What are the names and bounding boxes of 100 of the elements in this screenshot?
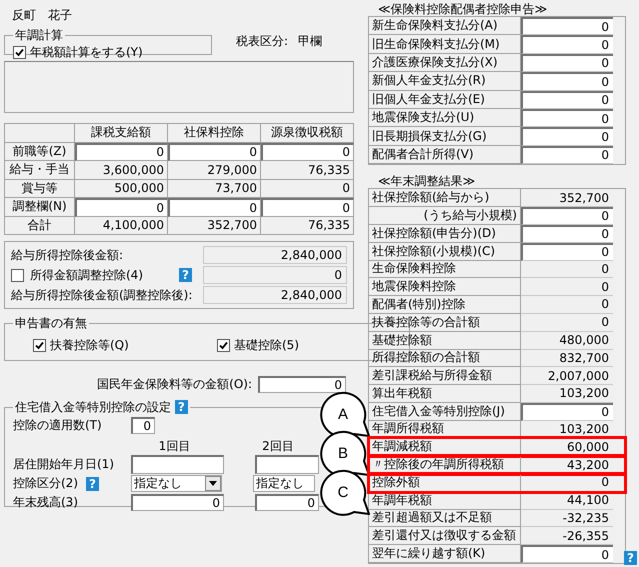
row-label: 控除外額 — [369, 474, 521, 492]
amount-field[interactable]: 0 — [521, 545, 613, 564]
row-label: 地震保険料控除 — [369, 278, 521, 296]
checkbox[interactable] — [11, 268, 24, 282]
tax-table-label: 税表区分: — [236, 32, 288, 50]
checkbox-label[interactable]: 年税額計算をする(Y) — [30, 44, 143, 61]
checkbox-label[interactable]: 所得金額調整控除(4) — [30, 266, 143, 284]
amount-field[interactable]: 0 — [521, 17, 613, 36]
amount-field[interactable]: 0 — [521, 35, 613, 54]
row-header: 賞与等 — [5, 180, 75, 198]
table-cell: 352,700 — [168, 216, 261, 235]
readonly-value: -32,235 — [521, 509, 613, 528]
readonly-value: 2,007,000 — [521, 367, 613, 386]
field-label: 居住開始年月日(1) — [13, 456, 114, 473]
amount-field[interactable]: 0 — [521, 402, 613, 421]
amount-field[interactable]: 0 — [521, 90, 613, 109]
section-title: ≪保険料控除配偶者控除申告≫ — [378, 1, 548, 16]
amount-field[interactable]: 0 — [521, 108, 613, 128]
amount-field[interactable]: 0 — [521, 127, 613, 146]
table-cell: 3,600,000 — [75, 161, 168, 180]
checkbox-label[interactable]: 扶養控除等(Q) — [50, 336, 129, 354]
row-label: 社保控除額(給与から) — [369, 189, 521, 208]
section-title: ≪年末調整結果≫ — [378, 173, 476, 188]
checkbox[interactable] — [33, 338, 46, 352]
readonly-value: 0 — [203, 266, 347, 284]
tax-table-value: 甲欄 — [298, 32, 322, 50]
readonly-value: 2,840,000 — [203, 286, 347, 304]
row-label: 年調年税額 — [369, 492, 521, 510]
help-icon[interactable]: ? — [86, 476, 99, 490]
readonly-value: 44,100 — [521, 492, 613, 510]
table-cell: 76,335 — [261, 161, 354, 180]
count-field[interactable]: 0 — [131, 417, 155, 434]
amount-field[interactable]: 0 — [521, 206, 613, 225]
row-label: 差引還付又は徴収する金額 — [369, 527, 521, 546]
dropdown[interactable]: 指定なし — [253, 475, 315, 492]
readonly-value: 0 — [521, 314, 613, 332]
row-label: 配偶者合計所得(V) — [369, 146, 521, 164]
row-label: 算出年税額 — [369, 384, 521, 403]
row-label: 旧生命保険料支払分(M) — [369, 35, 521, 54]
row-label: 基礎控除額 — [369, 332, 521, 350]
row-label: 翌年に繰り越す額(K) — [369, 545, 521, 564]
field-label: 控除区分(2) — [13, 475, 78, 492]
row-label: 配偶者(特別)控除 — [369, 296, 521, 314]
amount-field[interactable]: 0 — [168, 142, 261, 161]
readonly-value: 60,000 — [521, 438, 613, 456]
date-field[interactable] — [255, 455, 319, 474]
amount-field[interactable]: 0 — [261, 142, 354, 161]
amount-field[interactable]: 0 — [521, 242, 613, 261]
row-label: 差引超過額又は不足額 — [369, 509, 521, 528]
readonly-value: 2,840,000 — [203, 246, 347, 264]
amount-field[interactable]: 0 — [168, 198, 261, 216]
callout-label: C — [336, 484, 350, 501]
row-label: 新生命保険料支払分(A) — [369, 17, 521, 36]
amount-field[interactable]: 0 — [521, 54, 613, 72]
readonly-value: 0 — [521, 260, 613, 278]
help-icon[interactable]: ? — [179, 268, 192, 282]
caret-icon — [205, 476, 221, 491]
employee-name: 反町 花子 — [12, 7, 73, 23]
amount-field[interactable]: 0 — [521, 224, 613, 243]
row-label: 社保控除額(申告分)(D) — [369, 224, 521, 243]
checkbox-label[interactable]: 基礎控除(5) — [234, 336, 299, 354]
group-title: 申告書の有無 — [14, 315, 88, 332]
checkbox[interactable] — [217, 338, 230, 352]
readonly-value: 0 — [521, 296, 613, 314]
row-label: 差引課税給与所得金額 — [369, 367, 521, 386]
summary-label: 給与所得控除後金額: — [11, 246, 124, 264]
row-label: 住宅借入金等特別控除(J) — [369, 402, 521, 421]
amount-field[interactable]: 0 — [255, 494, 319, 511]
row-label: 旧個人年金支払分(E) — [369, 90, 521, 109]
row-label: 〃控除後の年調所得税額 — [369, 456, 521, 474]
row-header: 合計 — [5, 216, 75, 235]
amount-field[interactable]: 0 — [521, 146, 613, 164]
readonly-value: 0 — [521, 474, 613, 492]
column-header: 1回目 — [158, 438, 192, 454]
amount-field[interactable]: 0 — [75, 198, 168, 216]
row-label: 生命保険料控除 — [369, 260, 521, 278]
dropdown[interactable]: 指定なし — [131, 475, 222, 492]
count-label: 控除の適用数(T) — [13, 417, 103, 434]
help-icon[interactable]: ? — [624, 551, 637, 565]
table-cell: 279,000 — [168, 161, 261, 180]
row-label: 新個人年金支払分(R) — [369, 72, 521, 91]
table-cell: 4,100,000 — [75, 216, 168, 235]
callout-label: A — [336, 406, 349, 423]
amount-field[interactable]: 0 — [521, 72, 613, 91]
summary-label: 給与所得控除後金額(調整控除後): — [11, 286, 192, 304]
row-label: 介護医療保険支払分(X) — [369, 54, 521, 72]
group-title: 住宅借入金等特別控除の設定 — [15, 400, 171, 414]
date-field[interactable] — [131, 455, 224, 474]
row-label: (うち給与小規模) — [369, 206, 521, 225]
amount-field[interactable]: 0 — [131, 494, 224, 511]
pension-label: 国民年金保険料等の金額(O): — [97, 376, 252, 393]
amount-field[interactable]: 0 — [258, 376, 346, 393]
amount-field[interactable]: 0 — [75, 142, 168, 161]
row-label: 社保控除額(小規模)(C) — [369, 242, 521, 261]
row-label: 扶養控除等の合計額 — [369, 314, 521, 332]
help-icon[interactable]: ? — [174, 400, 188, 414]
amount-field[interactable]: 0 — [261, 198, 354, 216]
row-label: 旧長期損保支払分(G) — [369, 127, 521, 146]
checkbox[interactable] — [13, 46, 26, 59]
readonly-value: 832,700 — [521, 349, 613, 368]
